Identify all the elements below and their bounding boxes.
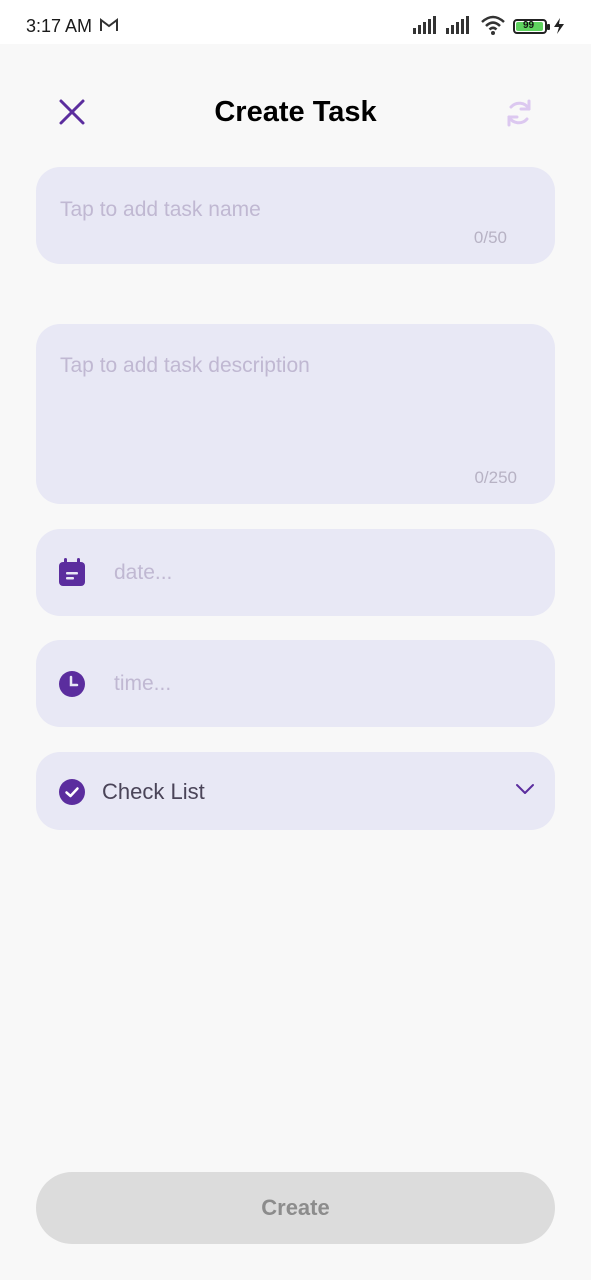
task-name-input[interactable]: Tap to add task name 0/50 bbox=[36, 167, 555, 264]
cellular-signal-icon bbox=[413, 16, 436, 34]
refresh-icon[interactable] bbox=[502, 96, 536, 130]
gmail-icon bbox=[100, 18, 118, 31]
header: Create Task bbox=[0, 44, 591, 164]
charging-icon bbox=[554, 18, 564, 34]
wifi-icon bbox=[481, 15, 505, 35]
time-picker-field[interactable]: time... bbox=[36, 640, 555, 727]
task-name-counter: 0/50 bbox=[473, 228, 507, 247]
date-picker-field[interactable]: date... bbox=[36, 529, 555, 616]
task-description-input[interactable]: Tap to add task description 0/250 bbox=[36, 324, 555, 504]
status-time: 3:17 AM bbox=[26, 16, 93, 36]
checklist-label: Check List bbox=[102, 779, 205, 804]
status-bar: 3:17 AM 99 bbox=[0, 0, 591, 44]
chevron-down-icon[interactable] bbox=[515, 782, 535, 796]
create-button[interactable]: Create bbox=[36, 1172, 555, 1244]
battery-level: 99 bbox=[523, 20, 535, 31]
date-placeholder: date... bbox=[114, 561, 173, 584]
time-placeholder: time... bbox=[114, 672, 172, 695]
checklist-dropdown[interactable]: Check List bbox=[36, 752, 555, 830]
check-circle-icon bbox=[59, 779, 85, 805]
clock-icon bbox=[59, 671, 85, 697]
task-name-placeholder: Tap to add task name bbox=[60, 198, 261, 221]
status-icons: 99 bbox=[413, 14, 565, 38]
task-description-counter: 0/250 bbox=[474, 468, 517, 487]
task-description-placeholder: Tap to add task description bbox=[60, 354, 310, 377]
cellular-signal-2-icon bbox=[446, 16, 469, 34]
calendar-icon bbox=[59, 558, 85, 586]
battery-icon: 99 bbox=[513, 19, 547, 34]
